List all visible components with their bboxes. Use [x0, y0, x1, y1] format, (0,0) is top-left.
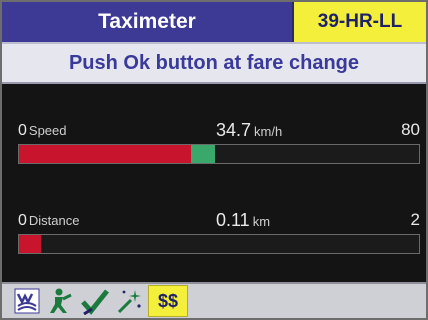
driver-icon[interactable] [46, 286, 76, 316]
taximeter-screen: Taximeter 39-HR-LL Push Ok button at far… [0, 0, 428, 320]
fare-button[interactable]: $$ [148, 285, 188, 317]
speed-bar-marker [191, 145, 215, 163]
distance-min-label: 0 Distance [18, 212, 79, 230]
distance-bar [18, 234, 420, 254]
logo-icon[interactable] [12, 286, 42, 316]
speed-value: 34.7 [216, 120, 252, 140]
speed-label: Speed [28, 123, 67, 138]
check-icon[interactable] [80, 286, 110, 316]
speed-min-label: 0 Speed [18, 122, 67, 140]
distance-meter: 0 Distance 0.11 km 2 [2, 210, 426, 262]
distance-bar-fill [19, 235, 41, 253]
distance-unit: km [252, 214, 271, 229]
fare-change-message: Push Ok button at fare change [2, 42, 426, 84]
distance-value-group: 0.11 km [216, 210, 270, 231]
distance-label: Distance [28, 213, 80, 228]
speed-meter: 0 Speed 34.7 km/h 80 [2, 120, 426, 172]
speed-max: 80 [401, 120, 420, 139]
license-plate: 39-HR-LL [294, 2, 426, 42]
distance-max: 2 [410, 210, 420, 229]
distance-value: 0.11 [216, 210, 250, 230]
title-bar: Taximeter 39-HR-LL [2, 2, 426, 42]
speed-value-group: 34.7 km/h [216, 120, 282, 141]
bottom-toolbar: $$ [2, 282, 426, 318]
distance-min: 0 [18, 212, 27, 229]
speed-bar [18, 144, 420, 164]
speed-min: 0 [18, 122, 27, 139]
speed-bar-fill [19, 145, 191, 163]
sparkle-tool-icon[interactable] [114, 286, 144, 316]
app-title: Taximeter [2, 2, 294, 42]
speed-unit: km/h [254, 124, 283, 139]
